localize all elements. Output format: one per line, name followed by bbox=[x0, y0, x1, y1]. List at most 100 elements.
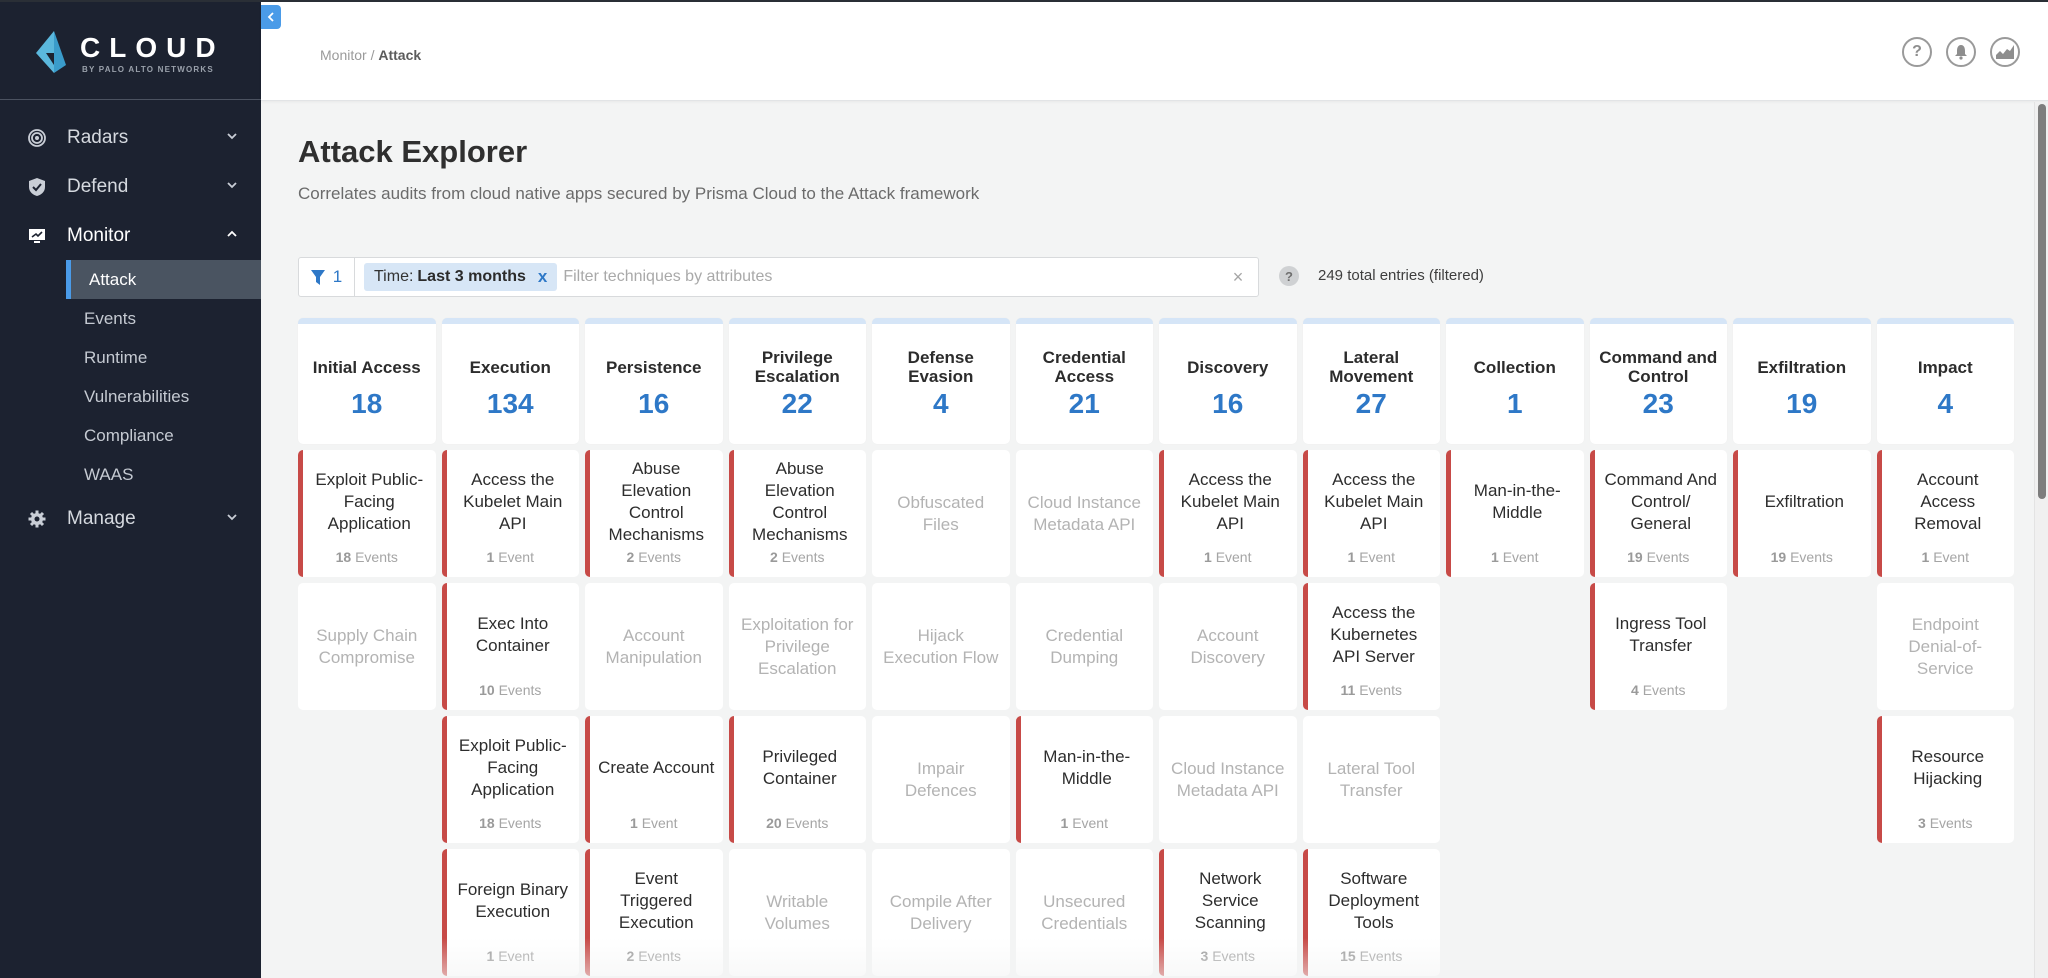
help-button[interactable]: ? bbox=[1902, 37, 1932, 67]
technique-card[interactable]: Obfuscated Files bbox=[872, 450, 1010, 577]
tactic-header[interactable]: Impact 4 bbox=[1876, 318, 2014, 444]
event-number: 1 bbox=[630, 815, 638, 831]
technique-card[interactable]: Supply Chain Compromise bbox=[298, 583, 436, 710]
technique-card[interactable]: Endpoint Denial-of-Service bbox=[1876, 583, 2014, 710]
technique-card[interactable]: Foreign Binary Execution 1 Event bbox=[441, 849, 580, 976]
technique-name: Create Account bbox=[598, 757, 715, 777]
technique-card[interactable]: Compile After Delivery bbox=[872, 849, 1010, 976]
tactic-header[interactable]: Command and Control 23 bbox=[1589, 318, 1727, 444]
tactic-column: Defense Evasion 4 Obfuscated Files Hijack E… bbox=[872, 318, 1010, 976]
tactic-header[interactable]: Exfiltration 19 bbox=[1733, 318, 1871, 444]
sidebar-subitem-attack[interactable]: Attack bbox=[66, 260, 261, 299]
tactic-header[interactable]: Collection 1 bbox=[1446, 318, 1584, 444]
tactic-name: Exfiltration bbox=[1757, 357, 1847, 377]
sidebar-item-defend[interactable]: Defend bbox=[0, 162, 261, 211]
sidebar-item-manage[interactable]: Manage bbox=[0, 494, 261, 543]
tactic-column: Privilege Escalation 22 Abuse Elevation Co… bbox=[728, 318, 866, 976]
technique-card[interactable]: Credential Dumping bbox=[1015, 583, 1153, 710]
collapse-sidebar-button[interactable] bbox=[261, 5, 281, 29]
sidebar-subitem-vulnerabilities[interactable]: Vulnerabilities bbox=[0, 377, 261, 416]
tactic-header[interactable]: Discovery 16 bbox=[1159, 318, 1297, 444]
technique-card[interactable]: Access the Kubernetes API Server 11 Event… bbox=[1302, 583, 1440, 710]
sidebar-subitem-runtime[interactable]: Runtime bbox=[0, 338, 261, 377]
technique-card[interactable]: Exec Into Container 10 Events bbox=[441, 583, 579, 710]
technique-card[interactable]: Man-in-the-Middle 1 Event bbox=[1015, 716, 1153, 843]
technique-card[interactable]: Create Account 1 Event bbox=[585, 716, 723, 843]
monitor-icon bbox=[27, 226, 47, 246]
filter-toggle-button[interactable]: 1 bbox=[299, 258, 355, 296]
tactic-count: 19 bbox=[1786, 388, 1818, 419]
sidebar-subitem-events[interactable]: Events bbox=[0, 299, 261, 338]
notifications-button[interactable] bbox=[1946, 37, 1976, 67]
technique-card[interactable]: Ingress Tool Transfer 4 Events bbox=[1589, 583, 1727, 710]
filter-help-icon[interactable]: ? bbox=[1279, 266, 1299, 286]
filter-input[interactable] bbox=[563, 268, 1218, 286]
tactic-name: Execution bbox=[469, 357, 551, 377]
technique-card[interactable]: Command And Control/ General 19 Events bbox=[1589, 450, 1727, 577]
sidebar-subitem-waas[interactable]: WAAS bbox=[0, 455, 261, 494]
technique-card[interactable]: Account Manipulation bbox=[585, 583, 723, 710]
technique-card[interactable]: Impair Defences bbox=[872, 716, 1010, 843]
technique-card[interactable]: Software Deployment Tools 15 Events bbox=[1302, 849, 1440, 976]
breadcrumb-parent[interactable]: Monitor bbox=[320, 47, 367, 63]
chevron-down-icon bbox=[227, 182, 237, 189]
technique-card[interactable]: Event Triggered Execution 2 Events bbox=[585, 849, 723, 976]
tactic-header[interactable]: Privilege Escalation 22 bbox=[728, 318, 866, 444]
technique-event-count: 1 Event bbox=[1159, 549, 1297, 565]
technique-card[interactable]: Access the Kubelet Main API 1 Event bbox=[441, 450, 579, 577]
scroll-thumb[interactable] bbox=[2038, 104, 2046, 499]
technique-card[interactable]: Account Discovery bbox=[1159, 583, 1297, 710]
technique-event-count: 1 Event bbox=[442, 948, 580, 964]
technique-card[interactable]: Access the Kubelet Main API 1 Event bbox=[1159, 450, 1297, 577]
tactic-header[interactable]: Persistence 16 bbox=[585, 318, 723, 444]
event-number: 20 bbox=[766, 815, 782, 831]
technique-card[interactable]: Lateral Tool Transfer bbox=[1302, 716, 1440, 843]
technique-card[interactable]: Cloud Instance Metadata API bbox=[1159, 716, 1297, 843]
technique-card[interactable]: Exploit Public-Facing Application 18 Even… bbox=[441, 716, 579, 843]
technique-card[interactable]: Exfiltration 19 Events bbox=[1733, 450, 1871, 577]
tactic-header[interactable]: Initial Access 18 bbox=[298, 318, 436, 444]
sidebar-subitem-compliance[interactable]: Compliance bbox=[0, 416, 261, 455]
event-unit: Events bbox=[781, 549, 825, 565]
technique-label-wrap: Abuse Elevation Control Mechanisms bbox=[742, 458, 859, 546]
tactic-header[interactable]: Defense Evasion 4 bbox=[872, 318, 1010, 444]
chip-value: Last 3 months bbox=[417, 268, 526, 285]
vertical-scrollbar[interactable] bbox=[2034, 102, 2048, 978]
technique-name: Lateral Tool Transfer bbox=[1327, 758, 1416, 800]
technique-card[interactable]: Abuse Elevation Control Mechanisms 2 Even… bbox=[728, 450, 866, 577]
technique-card[interactable]: Network Service Scanning 3 Events bbox=[1159, 849, 1297, 976]
event-unit: Event bbox=[1072, 815, 1108, 831]
technique-name: Abuse Elevation Control Mechanisms bbox=[608, 458, 704, 544]
technique-card[interactable]: Resource Hijacking 3 Events bbox=[1876, 716, 2014, 843]
technique-name: Supply Chain Compromise bbox=[316, 625, 418, 667]
technique-card[interactable]: Account Access Removal 1 Event bbox=[1876, 450, 2015, 577]
technique-card[interactable]: Cloud Instance Metadata API bbox=[1015, 450, 1153, 577]
technique-card[interactable]: Unsecured Credentials bbox=[1015, 849, 1153, 976]
technique-card[interactable]: Exploit Public-Facing Application 18 Even… bbox=[298, 450, 436, 577]
tactic-header[interactable]: Lateral Movement 27 bbox=[1302, 318, 1440, 444]
technique-card[interactable]: Writable Volumes bbox=[728, 849, 866, 976]
technique-card[interactable]: Access the Kubelet Main API 1 Event bbox=[1302, 450, 1441, 577]
technique-name: Abuse Elevation Control Mechanisms bbox=[752, 458, 848, 544]
sidebar-item-monitor[interactable]: Monitor bbox=[0, 211, 261, 260]
logo[interactable]: CLOUD BY PALO ALTO NETWORKS bbox=[0, 2, 261, 100]
tactic-header[interactable]: Execution 134 bbox=[441, 318, 579, 444]
technique-card[interactable]: Hijack Execution Flow bbox=[872, 583, 1010, 710]
technique-card[interactable]: Exploitation for Privilege Escalation bbox=[728, 583, 866, 710]
sidebar-item-label: Manage bbox=[67, 507, 136, 529]
tactic-header[interactable]: Credential Access 21 bbox=[1015, 318, 1153, 444]
breadcrumb-separator: / bbox=[366, 47, 379, 63]
technique-card[interactable]: Privileged Container 20 Events bbox=[728, 716, 866, 843]
event-unit: Events bbox=[1642, 682, 1686, 698]
remove-chip-button[interactable]: x bbox=[538, 267, 547, 287]
technique-card[interactable]: Man-in-the-Middle 1 Event bbox=[1446, 450, 1584, 577]
technique-event-count: 1 Event bbox=[1303, 549, 1441, 565]
reports-button[interactable] bbox=[1990, 37, 2020, 67]
sidebar-item-radars[interactable]: Radars bbox=[0, 113, 261, 162]
filter-chip-time[interactable]: Time: Last 3 months x bbox=[364, 263, 558, 291]
technique-label-wrap: Ingress Tool Transfer bbox=[1603, 613, 1720, 657]
clear-filter-button[interactable]: × bbox=[1218, 267, 1258, 288]
technique-card[interactable]: Abuse Elevation Control Mechanisms 2 Even… bbox=[585, 450, 723, 577]
technique-name: Impair Defences bbox=[904, 758, 977, 800]
technique-event-count: 1 Event bbox=[1877, 549, 2015, 565]
